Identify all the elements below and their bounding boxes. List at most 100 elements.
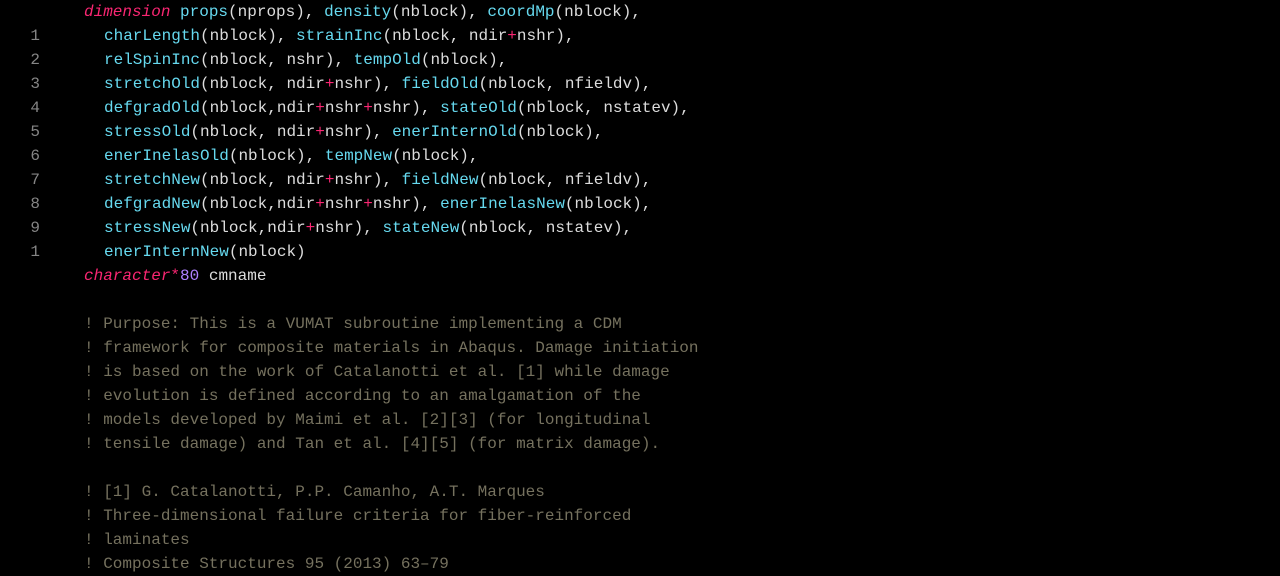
line-number: 7	[0, 168, 40, 192]
code-line[interactable]: ! Composite Structures 95 (2013) 63–79	[84, 552, 1280, 576]
token: nshr	[517, 27, 555, 45]
token: fieldOld	[402, 75, 479, 93]
token: ),	[488, 51, 507, 69]
token: (	[565, 195, 575, 213]
token: coordMp	[487, 3, 554, 21]
line-number: 8	[0, 192, 40, 216]
code-line[interactable]: relSpinInc(nblock, nshr), tempOld(nblock…	[84, 48, 1280, 72]
code-line[interactable]: ! framework for composite materials in A…	[84, 336, 1280, 360]
code-line[interactable]: ! tensile damage) and Tan et al. [4][5] …	[84, 432, 1280, 456]
code-line[interactable]: ! is based on the work of Catalanotti et…	[84, 360, 1280, 384]
token: nblock	[402, 147, 460, 165]
token: nblock, nstatev	[469, 219, 613, 237]
line-number	[0, 408, 40, 432]
token: nshr	[334, 75, 372, 93]
line-number-gutter: 1234567891	[0, 0, 60, 544]
token: (	[391, 3, 401, 21]
code-line[interactable]: stretchNew(nblock, ndir+nshr), fieldNew(…	[84, 168, 1280, 192]
code-line[interactable]: stressNew(nblock,ndir+nshr), stateNew(nb…	[84, 216, 1280, 240]
token: (	[200, 75, 210, 93]
code-line[interactable]: enerInternNew(nblock)	[84, 240, 1280, 264]
line-number: 4	[0, 96, 40, 120]
line-number	[0, 312, 40, 336]
token: nprops	[238, 3, 296, 21]
code-line[interactable]	[84, 288, 1280, 312]
code-line[interactable]: stretchOld(nblock, ndir+nshr), fieldOld(…	[84, 72, 1280, 96]
line-number	[0, 360, 40, 384]
token: ! laminates	[84, 531, 190, 549]
token: ),	[363, 123, 392, 141]
token: ),	[555, 27, 574, 45]
code-line[interactable]: defgradNew(nblock,ndir+nshr+nshr), enerI…	[84, 192, 1280, 216]
token: (	[392, 147, 402, 165]
token: ),	[622, 3, 641, 21]
code-editor[interactable]: 1234567891 dimension props(nprops), dens…	[0, 0, 1280, 544]
line-number	[0, 480, 40, 504]
token: defgradOld	[104, 99, 200, 117]
token: ),	[459, 3, 488, 21]
line-number: 1	[0, 240, 40, 264]
token: ! is based on the work of Catalanotti et…	[84, 363, 670, 381]
token: (	[478, 171, 488, 189]
token: character	[84, 267, 170, 285]
token: nblock	[527, 123, 585, 141]
token: nblock	[575, 195, 633, 213]
line-number	[0, 504, 40, 528]
token: (	[200, 99, 210, 117]
token: stressOld	[104, 123, 190, 141]
token: nshr	[325, 123, 363, 141]
token: *	[170, 267, 180, 285]
token: nshr	[315, 219, 353, 237]
code-area[interactable]: dimension props(nprops), density(nblock)…	[60, 0, 1280, 544]
token: (	[228, 3, 238, 21]
code-line[interactable]: enerInelasOld(nblock), tempNew(nblock),	[84, 144, 1280, 168]
token: (	[200, 195, 210, 213]
token: +	[507, 27, 517, 45]
code-line[interactable]: charLength(nblock), strainInc(nblock, nd…	[84, 24, 1280, 48]
token: ),	[373, 75, 402, 93]
token: ),	[411, 195, 440, 213]
token: +	[315, 123, 325, 141]
code-line[interactable]: ! Three-dimensional failure criteria for…	[84, 504, 1280, 528]
token: enerInternNew	[104, 243, 229, 261]
token: ),	[632, 195, 651, 213]
code-line[interactable]: stressOld(nblock, ndir+nshr), enerIntern…	[84, 120, 1280, 144]
token: ),	[459, 147, 478, 165]
line-number: 3	[0, 72, 40, 96]
token: nshr	[325, 99, 363, 117]
token: (	[517, 99, 527, 117]
token: enerInelasNew	[440, 195, 565, 213]
line-number	[0, 264, 40, 288]
token: ),	[632, 171, 651, 189]
token: nblock, ndir	[392, 27, 507, 45]
token: ! [1] G. Catalanotti, P.P. Camanho, A.T.…	[84, 483, 545, 501]
code-line[interactable]: ! Purpose: This is a VUMAT subroutine im…	[84, 312, 1280, 336]
code-line[interactable]	[84, 456, 1280, 480]
token: stateNew	[382, 219, 459, 237]
token: ! framework for composite materials in A…	[84, 339, 699, 357]
token: nshr	[325, 195, 363, 213]
token: nblock	[238, 147, 296, 165]
token: fieldNew	[402, 171, 479, 189]
token: ),	[373, 171, 402, 189]
token: nshr	[373, 195, 411, 213]
token: nblock, nfieldv	[488, 171, 632, 189]
code-line[interactable]: ! [1] G. Catalanotti, P.P. Camanho, A.T.…	[84, 480, 1280, 504]
token: ),	[632, 75, 651, 93]
token: nblock	[401, 3, 459, 21]
line-number: 6	[0, 144, 40, 168]
line-number	[0, 288, 40, 312]
token: dimension	[84, 3, 180, 21]
code-line[interactable]: defgradOld(nblock,ndir+nshr+nshr), state…	[84, 96, 1280, 120]
token: (	[200, 51, 210, 69]
code-line[interactable]: ! models developed by Maimi et al. [2][3…	[84, 408, 1280, 432]
line-number	[0, 336, 40, 360]
token: +	[363, 195, 373, 213]
code-line[interactable]: ! evolution is defined according to an a…	[84, 384, 1280, 408]
token	[84, 291, 94, 309]
code-line[interactable]: dimension props(nprops), density(nblock)…	[84, 0, 1280, 24]
code-line[interactable]: character*80 cmname	[84, 264, 1280, 288]
code-line[interactable]: ! laminates	[84, 528, 1280, 552]
token: nshr	[334, 171, 372, 189]
token: +	[315, 195, 325, 213]
